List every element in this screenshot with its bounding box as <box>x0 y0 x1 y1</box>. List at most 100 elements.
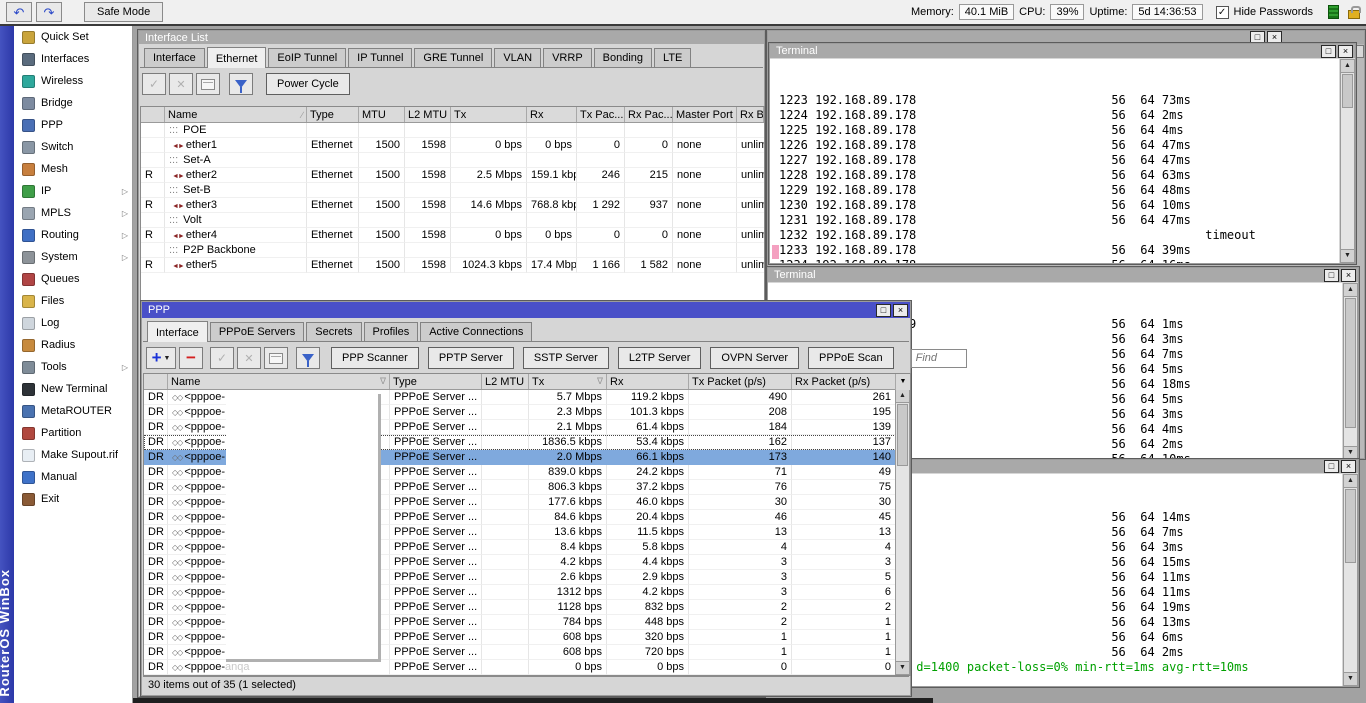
table-row[interactable]: R ether4 Ethernet 1500 1598 0 bps 0 bps … <box>141 228 764 243</box>
scroll-down-icon[interactable]: ▼ <box>896 661 909 674</box>
sidebar-item[interactable]: Interfaces <box>14 48 132 70</box>
close-button[interactable]: × <box>893 304 908 317</box>
maximize-button[interactable]: □ <box>1321 45 1336 58</box>
interface-list-tab[interactable]: VLAN <box>494 48 541 67</box>
scroll-up-icon[interactable]: ▲ <box>1344 475 1357 488</box>
table-row[interactable]: :::POE <box>141 123 764 138</box>
interface-list-tab[interactable]: GRE Tunnel <box>414 48 492 67</box>
table-row[interactable]: :::Set-B <box>141 183 764 198</box>
col-mtu[interactable]: MTU <box>359 107 405 122</box>
maximize-button[interactable]: □ <box>1324 269 1339 282</box>
find-input[interactable] <box>911 349 967 368</box>
col-name[interactable]: Name∕ <box>165 107 307 122</box>
disable-button[interactable]: ✕ <box>237 347 261 369</box>
sidebar-item[interactable]: Queues <box>14 268 132 290</box>
sidebar-item[interactable]: Wireless <box>14 70 132 92</box>
terminal-window-1[interactable]: Terminal □ × 1223 192.168.89.178 56 64 7… <box>768 42 1357 265</box>
table-row[interactable]: R ether2 Ethernet 1500 1598 2.5 Mbps 159… <box>141 168 764 183</box>
col-tx[interactable]: Tx <box>451 107 527 122</box>
table-row[interactable]: DR <pppoe-anqa PPPoE Server ... 0 bps 0 … <box>144 660 910 675</box>
terminal-1-titlebar[interactable]: Terminal □ × <box>770 44 1355 58</box>
sidebar-item[interactable]: Bridge <box>14 92 132 114</box>
terminal-2-scrollbar[interactable]: ▲ ▼ <box>1343 283 1358 460</box>
power-cycle-button[interactable]: Power Cycle <box>266 73 350 95</box>
col-type[interactable]: Type <box>390 374 482 389</box>
scroll-thumb[interactable] <box>1345 298 1356 428</box>
sidebar-item[interactable]: Mesh <box>14 158 132 180</box>
col-flag[interactable] <box>141 107 165 122</box>
sidebar-item[interactable]: Quick Set <box>14 26 132 48</box>
sidebar-item[interactable]: Log <box>14 312 132 334</box>
enable-button[interactable]: ✓ <box>210 347 234 369</box>
ppp-action-button[interactable]: PPP Scanner <box>331 347 419 369</box>
undo-button[interactable]: ↶ <box>6 2 32 22</box>
sidebar-item[interactable]: IP ▷ <box>14 180 132 202</box>
col-name[interactable]: Name∇ <box>168 374 390 389</box>
maximize-button[interactable]: □ <box>1324 460 1339 473</box>
interface-list-titlebar[interactable]: Interface List <box>139 31 764 44</box>
col-type[interactable]: Type <box>307 107 359 122</box>
sidebar-item[interactable]: System ▷ <box>14 246 132 268</box>
col-l2mtu[interactable]: L2 MTU <box>405 107 451 122</box>
sidebar-item[interactable]: Radius <box>14 334 132 356</box>
sidebar-item[interactable]: New Terminal <box>14 378 132 400</box>
sidebar-item[interactable]: Make Supout.rif <box>14 444 132 466</box>
sidebar-item[interactable]: MPLS ▷ <box>14 202 132 224</box>
terminal-3-scrollbar[interactable]: ▲ ▼ <box>1343 474 1358 686</box>
ppp-tab[interactable]: Secrets <box>306 322 361 341</box>
terminal-2-titlebar[interactable]: Terminal □ × <box>768 268 1358 282</box>
col-tx-packet[interactable]: Tx Pac... <box>577 107 625 122</box>
col-rx-packet[interactable]: Rx Pac... <box>625 107 673 122</box>
terminal-1-scrollbar[interactable]: ▲ ▼ <box>1340 59 1355 263</box>
safe-mode-button[interactable]: Safe Mode <box>84 2 163 22</box>
scroll-down-icon[interactable]: ▼ <box>1344 672 1357 685</box>
remove-button[interactable]: − <box>179 347 203 369</box>
comment-button[interactable] <box>196 73 220 95</box>
hide-passwords-checkbox[interactable]: ✓ <box>1216 6 1229 19</box>
discard-button[interactable]: ✕ <box>169 73 193 95</box>
ppp-window[interactable]: PPP □ × Interface PPPoE Servers Secrets … <box>140 300 912 697</box>
sidebar-item[interactable]: Partition <box>14 422 132 444</box>
scroll-up-icon[interactable]: ▲ <box>896 390 909 403</box>
scroll-down-icon[interactable]: ▼ <box>1341 249 1354 262</box>
ppp-action-button[interactable]: PPPoE Scan <box>808 347 894 369</box>
scroll-thumb[interactable] <box>1345 489 1356 563</box>
sidebar-item[interactable]: Routing ▷ <box>14 224 132 246</box>
col-tx-packet[interactable]: Tx Packet (p/s) <box>689 374 792 389</box>
col-rx[interactable]: Rx <box>527 107 577 122</box>
interface-list-tab[interactable]: LTE <box>654 48 691 67</box>
scroll-up-icon[interactable]: ▲ <box>1344 284 1357 297</box>
col-rx[interactable]: Rx <box>607 374 689 389</box>
ppp-action-button[interactable]: L2TP Server <box>618 347 702 369</box>
ppp-tab[interactable]: Interface <box>147 321 208 342</box>
interface-list-tab[interactable]: EoIP Tunnel <box>268 48 346 67</box>
close-button[interactable]: × <box>1338 45 1353 58</box>
close-button[interactable]: × <box>1341 269 1356 282</box>
scroll-up-icon[interactable]: ▲ <box>1341 60 1354 73</box>
interface-list-tab[interactable]: Bonding <box>594 48 652 67</box>
scroll-thumb[interactable] <box>897 404 908 466</box>
ppp-tab[interactable]: Profiles <box>364 322 419 341</box>
sidebar-item[interactable]: Files <box>14 290 132 312</box>
close-button[interactable]: × <box>1341 460 1356 473</box>
sidebar-item[interactable]: Tools ▷ <box>14 356 132 378</box>
ppp-action-button[interactable]: PPTP Server <box>428 347 514 369</box>
interface-list-tab[interactable]: VRRP <box>543 48 592 67</box>
col-l2mtu[interactable]: L2 MTU <box>482 374 529 389</box>
table-row[interactable]: :::Set-A <box>141 153 764 168</box>
table-row[interactable]: :::Volt <box>141 213 764 228</box>
redo-button[interactable]: ↷ <box>36 2 62 22</box>
interface-list-tab[interactable]: IP Tunnel <box>348 48 412 67</box>
apply-button[interactable]: ✓ <box>142 73 166 95</box>
terminal-1-output[interactable]: 1223 192.168.89.178 56 64 73ms1224 192.1… <box>770 59 1339 263</box>
filter-button[interactable] <box>296 347 320 369</box>
filter-button[interactable] <box>229 73 253 95</box>
sidebar-item[interactable]: PPP <box>14 114 132 136</box>
sidebar-item[interactable]: Switch <box>14 136 132 158</box>
sidebar-item[interactable]: MetaROUTER <box>14 400 132 422</box>
col-rx-packet[interactable]: Rx Packet (p/s) <box>792 374 896 389</box>
sidebar-item[interactable]: Manual <box>14 466 132 488</box>
comment-button[interactable] <box>264 347 288 369</box>
col-rx-ba[interactable]: Rx Ba <box>737 107 764 122</box>
table-row[interactable]: R ether3 Ethernet 1500 1598 14.6 Mbps 76… <box>141 198 764 213</box>
